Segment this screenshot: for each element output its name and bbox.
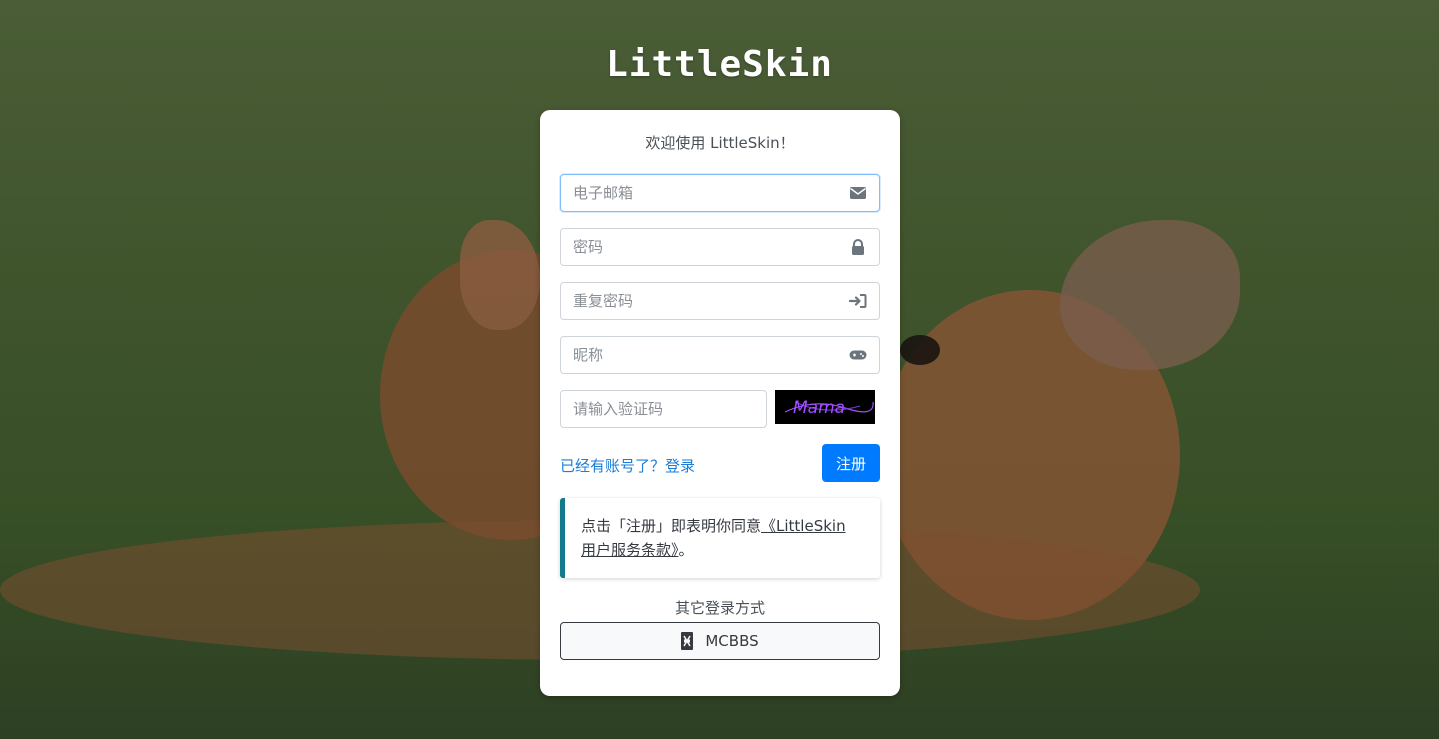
password-field — [560, 228, 880, 266]
welcome-message: 欢迎使用 LittleSkin！ — [645, 134, 795, 152]
register-button[interactable]: 注册 — [822, 444, 880, 482]
captcha-text: Mama — [793, 398, 845, 418]
email-field — [560, 174, 880, 212]
login-link[interactable]: 已经有账号了？登录 — [560, 455, 695, 476]
other-login-title: 其它登录方式 — [674, 599, 765, 617]
nickname-field — [560, 336, 880, 374]
mcbbs-icon — [681, 632, 694, 650]
gamepad-icon — [849, 350, 867, 360]
email-input[interactable] — [561, 175, 843, 211]
password-input[interactable] — [561, 229, 843, 265]
confirm-password-input[interactable] — [561, 283, 843, 319]
mcbbs-label: MCBBS — [705, 632, 759, 650]
agreement-callout: 点击「注册」即表明你同意《LittleSkin 用户服务条款》。 — [560, 498, 880, 578]
captcha-image[interactable]: Mama — [775, 390, 875, 424]
agreement-suffix: 。 — [678, 541, 694, 559]
captcha-input[interactable] — [561, 391, 763, 427]
site-logo: LittleSkin — [606, 44, 833, 85]
confirm-password-field — [560, 282, 880, 320]
sign-in-icon — [849, 294, 867, 308]
envelope-icon — [850, 187, 866, 199]
captcha-field — [560, 390, 767, 428]
agreement-prefix: 点击「注册」即表明你同意 — [581, 517, 762, 535]
register-card: 欢迎使用 LittleSkin！ 电子邮箱 昵称 请输入验证码 Mama 已经有… — [540, 110, 900, 696]
nickname-input[interactable] — [561, 337, 843, 373]
mcbbs-login-button[interactable]: MCBBS — [560, 622, 880, 660]
lock-icon — [852, 239, 864, 255]
